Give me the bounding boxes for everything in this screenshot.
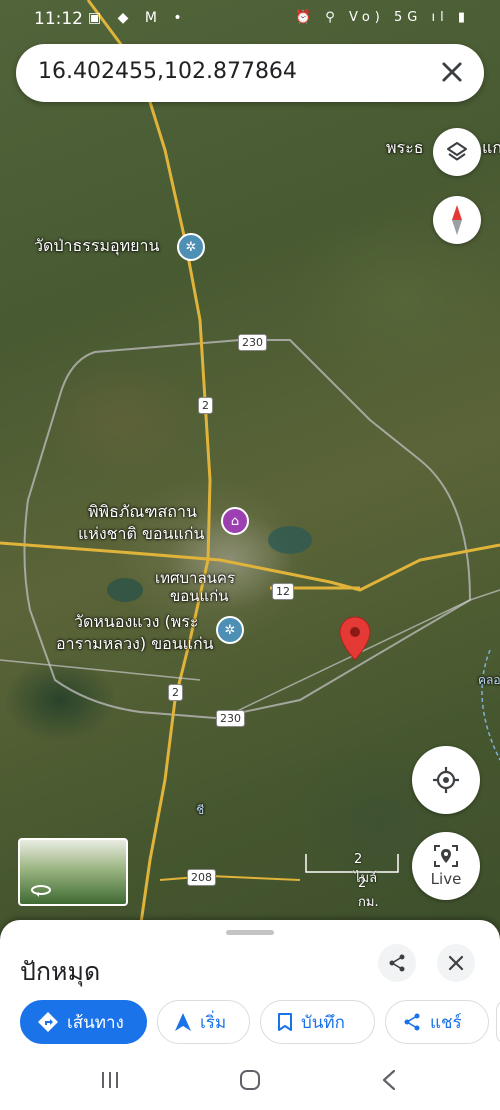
map-label-city: เทศบาลนคร: [155, 569, 236, 587]
share-icon: [404, 1013, 420, 1031]
navigation-icon: [175, 1013, 191, 1031]
scale-bar: [305, 854, 399, 873]
place-title: ปักหมุด: [20, 957, 101, 986]
temple-poi-icon[interactable]: ✲: [216, 616, 244, 644]
share-button[interactable]: [378, 944, 416, 982]
route-shield: 230: [238, 334, 267, 351]
map-label-wat-nong[interactable]: อารามหลวง) ขอนแก่น: [56, 634, 214, 654]
street-view-thumbnail[interactable]: [18, 838, 128, 906]
museum-poi-icon[interactable]: ⌂: [221, 507, 249, 535]
status-bar: 11:12 ▣ ◆ M • ⏰ ⚲ Vo) 5G ıl ▮: [0, 0, 500, 38]
start-label: เริ่ม: [200, 1012, 227, 1033]
more-chip[interactable]: [496, 1000, 500, 1044]
map-label-museum[interactable]: แห่งชาติ ขอนแก่น: [78, 524, 204, 544]
map-label-wat-nong[interactable]: วัดหนองแวง (พระ: [74, 612, 198, 632]
temple-poi-icon[interactable]: ✲: [177, 233, 205, 261]
map-label-wat-pa[interactable]: วัดป่าธรรมอุทยาน: [34, 236, 159, 256]
live-view-icon: [434, 845, 458, 867]
my-location-icon: [433, 767, 459, 793]
close-sheet-button[interactable]: [437, 944, 475, 982]
share-icon: [389, 954, 405, 972]
street-view-icon: [31, 885, 51, 897]
back-icon[interactable]: [381, 1069, 397, 1091]
share-label: แชร์: [430, 1012, 462, 1033]
route-shield: 2: [168, 684, 183, 701]
status-time: 11:12: [34, 9, 83, 29]
route-shield: 208: [187, 869, 216, 886]
map-label: คลอง: [478, 673, 500, 687]
map-label: พระธ: [386, 138, 424, 157]
home-icon[interactable]: [239, 1069, 261, 1091]
close-icon[interactable]: [438, 58, 466, 86]
map-label-museum[interactable]: พิพิธภัณฑสถาน: [88, 502, 197, 522]
notification-icons: ▣ ◆ M •: [88, 10, 188, 26]
search-bar[interactable]: 16.402455,102.877864: [16, 44, 484, 102]
map-label-city: ขอนแก่น: [170, 587, 229, 605]
share-chip-button[interactable]: แชร์: [385, 1000, 489, 1044]
scale-km: 2 กม.: [358, 876, 379, 910]
map-label: แก: [482, 138, 500, 157]
route-shield: 230: [216, 710, 245, 727]
start-button[interactable]: เริ่ม: [157, 1000, 250, 1044]
layers-button[interactable]: [433, 128, 481, 176]
compass-button[interactable]: [433, 196, 481, 244]
my-location-button[interactable]: [412, 746, 480, 814]
layers-icon: [447, 142, 467, 161]
save-button[interactable]: บันทึก: [260, 1000, 375, 1044]
directions-button[interactable]: เส้นทาง: [20, 1000, 147, 1044]
recents-icon[interactable]: [100, 1070, 120, 1090]
directions-icon: [38, 1012, 58, 1032]
search-input[interactable]: 16.402455,102.877864: [38, 59, 297, 84]
save-label: บันทึก: [301, 1012, 345, 1033]
map-label: ชี: [196, 803, 205, 817]
bookmark-icon: [278, 1013, 292, 1031]
live-view-button[interactable]: Live: [412, 832, 480, 900]
pin-icon[interactable]: [338, 616, 372, 662]
close-icon: [448, 955, 464, 971]
route-shield: 12: [272, 583, 294, 600]
directions-label: เส้นทาง: [67, 1012, 124, 1033]
live-view-label: Live: [430, 870, 462, 888]
route-shield: 2: [198, 397, 213, 414]
system-icons: ⏰ ⚲ Vo) 5G ıl ▮: [294, 10, 470, 25]
compass-icon: [452, 205, 462, 235]
drag-handle[interactable]: [226, 930, 274, 935]
system-nav-bar: [0, 1050, 500, 1110]
